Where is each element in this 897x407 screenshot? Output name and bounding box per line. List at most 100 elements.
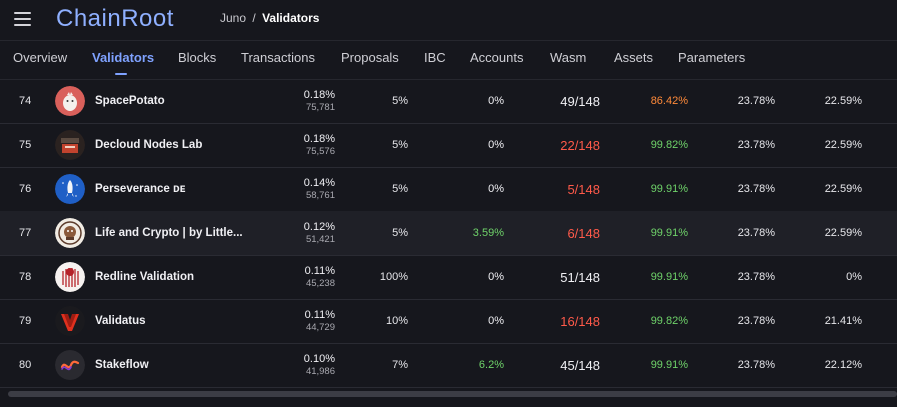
table-row[interactable]: 77 Life and Crypto | by Little... 0.12% …	[0, 211, 897, 256]
breadcrumb-current: Validators	[262, 11, 320, 25]
breadcrumb-separator: /	[252, 11, 256, 25]
voting-power-percent: 0.14%	[303, 177, 335, 189]
commission-change: 6.2%	[478, 359, 504, 371]
commission: 100%	[379, 271, 408, 283]
governance-participation: 23.78%	[737, 315, 775, 327]
governance-participation: 23.78%	[737, 359, 775, 371]
commission-change: 0%	[488, 183, 504, 195]
voting-power: 0.18% 75,576	[304, 123, 335, 167]
potato-avatar-icon	[55, 86, 85, 116]
voting-power: 0.11% 44,729	[305, 299, 335, 343]
commission: 5%	[392, 95, 408, 107]
commission-change: 0%	[488, 315, 504, 327]
breadcrumb-parent[interactable]: Juno	[220, 11, 246, 25]
uptime: 99.82%	[650, 315, 688, 327]
validator-name[interactable]: Life and Crypto | by Little...	[95, 211, 243, 255]
commission: 10%	[385, 315, 408, 327]
validator-name[interactable]: Redline Validation	[95, 255, 194, 299]
validatus-avatar-icon	[55, 306, 85, 336]
uptime: 99.91%	[650, 227, 688, 239]
voting-power: 0.11% 45,238	[305, 255, 335, 299]
commission: 5%	[392, 183, 408, 195]
validator-name[interactable]: SpacePotato	[95, 79, 165, 123]
validator-name[interactable]: Decloud Nodes Lab	[95, 123, 202, 167]
table-row[interactable]: 78 Redline Validation 0.11% 45,238 100% …	[0, 255, 897, 300]
governance-participation: 23.78%	[737, 271, 775, 283]
app-logo[interactable]: ChainRoot	[56, 5, 174, 33]
voting-power: 0.18% 75,781	[304, 79, 335, 123]
voting-power-percent: 0.10%	[303, 353, 335, 365]
nav-tabs: Overview Validators Blocks Transactions …	[0, 40, 897, 80]
voting-power: 0.10% 41,986	[304, 343, 335, 387]
table-row[interactable]: 74 SpacePotato 0.18% 75,781 5% 0% 49/148…	[0, 79, 897, 124]
governance-participation: 23.78%	[737, 139, 775, 151]
commission: 5%	[392, 139, 408, 151]
voting-power-amount: 41,986	[305, 366, 335, 377]
validator-name[interactable]: Perseverance ᴅᴇ	[95, 167, 185, 211]
tab-overview[interactable]: Overview	[13, 50, 67, 65]
missed-blocks: 16/148	[560, 313, 600, 329]
voting-power: 0.12% 51,421	[304, 211, 335, 255]
hamburger-menu-icon[interactable]	[14, 12, 31, 26]
governance-participation: 23.78%	[737, 227, 775, 239]
commission-change: 0%	[488, 95, 504, 107]
missed-blocks: 6/148	[567, 225, 600, 241]
tab-ibc[interactable]: IBC	[424, 50, 446, 65]
rocket-avatar-icon	[55, 174, 85, 204]
table-row[interactable]: 75 Decloud Nodes Lab 0.18% 75,576 5% 0% …	[0, 123, 897, 168]
validator-rank: 77	[19, 227, 32, 239]
governance-score: 22.59%	[824, 139, 862, 151]
voting-power: 0.14% 58,761	[304, 167, 335, 211]
voting-power-percent: 0.18%	[303, 89, 335, 101]
tab-blocks[interactable]: Blocks	[178, 50, 216, 65]
governance-participation: 23.78%	[737, 95, 775, 107]
voting-power-amount: 45,238	[305, 278, 335, 289]
governance-participation: 23.78%	[737, 183, 775, 195]
validator-rank: 80	[19, 359, 32, 371]
commission-change: 0%	[488, 139, 504, 151]
top-bar: ChainRoot Juno / Validators	[0, 0, 897, 40]
validator-name[interactable]: Validatus	[95, 299, 146, 343]
tab-parameters[interactable]: Parameters	[678, 50, 745, 65]
commission-change: 3.59%	[472, 227, 504, 239]
tab-proposals[interactable]: Proposals	[341, 50, 399, 65]
uptime: 99.91%	[650, 183, 688, 195]
governance-score: 22.59%	[824, 183, 862, 195]
governance-score: 22.59%	[824, 95, 862, 107]
validator-rank: 79	[19, 315, 32, 327]
voting-power-percent: 0.18%	[303, 133, 335, 145]
table-row[interactable]: 76 Perseverance ᴅᴇ 0.14% 58,761 5% 0% 5/…	[0, 167, 897, 212]
stakeflow-avatar-icon	[55, 350, 85, 380]
tab-accounts[interactable]: Accounts	[470, 50, 523, 65]
validator-rank: 75	[19, 139, 32, 151]
uptime: 86.42%	[650, 95, 688, 107]
uptime: 99.91%	[650, 271, 688, 283]
validator-name[interactable]: Stakeflow	[95, 343, 149, 387]
tab-wasm[interactable]: Wasm	[550, 50, 586, 65]
missed-blocks: 45/148	[560, 357, 600, 373]
table-row[interactable]: 79 Validatus 0.11% 44,729 10% 0% 16/148 …	[0, 299, 897, 344]
governance-score: 0%	[846, 271, 862, 283]
voting-power-amount: 44,729	[305, 322, 335, 333]
governance-score: 22.12%	[824, 359, 862, 371]
missed-blocks: 22/148	[560, 137, 600, 153]
tab-validators[interactable]: Validators	[92, 50, 154, 65]
active-tab-indicator	[115, 73, 127, 75]
tab-transactions[interactable]: Transactions	[241, 50, 315, 65]
missed-blocks: 49/148	[560, 93, 600, 109]
lifecrypto-avatar-icon	[55, 218, 85, 248]
tab-assets[interactable]: Assets	[614, 50, 653, 65]
commission: 5%	[392, 227, 408, 239]
voting-power-amount: 75,781	[305, 102, 335, 113]
table-row[interactable]: 80 Stakeflow 0.10% 41,986 7% 6.2% 45/148…	[0, 343, 897, 388]
voting-power-percent: 0.12%	[303, 221, 335, 233]
governance-score: 22.59%	[824, 227, 862, 239]
horizontal-scrollbar[interactable]	[8, 391, 897, 397]
decloud-avatar-icon	[55, 130, 85, 160]
voting-power-amount: 51,421	[305, 234, 335, 245]
validator-rank: 76	[19, 183, 32, 195]
uptime: 99.91%	[650, 359, 688, 371]
missed-blocks: 51/148	[560, 269, 600, 285]
breadcrumb: Juno / Validators	[220, 11, 319, 25]
validator-rank: 78	[19, 271, 32, 283]
